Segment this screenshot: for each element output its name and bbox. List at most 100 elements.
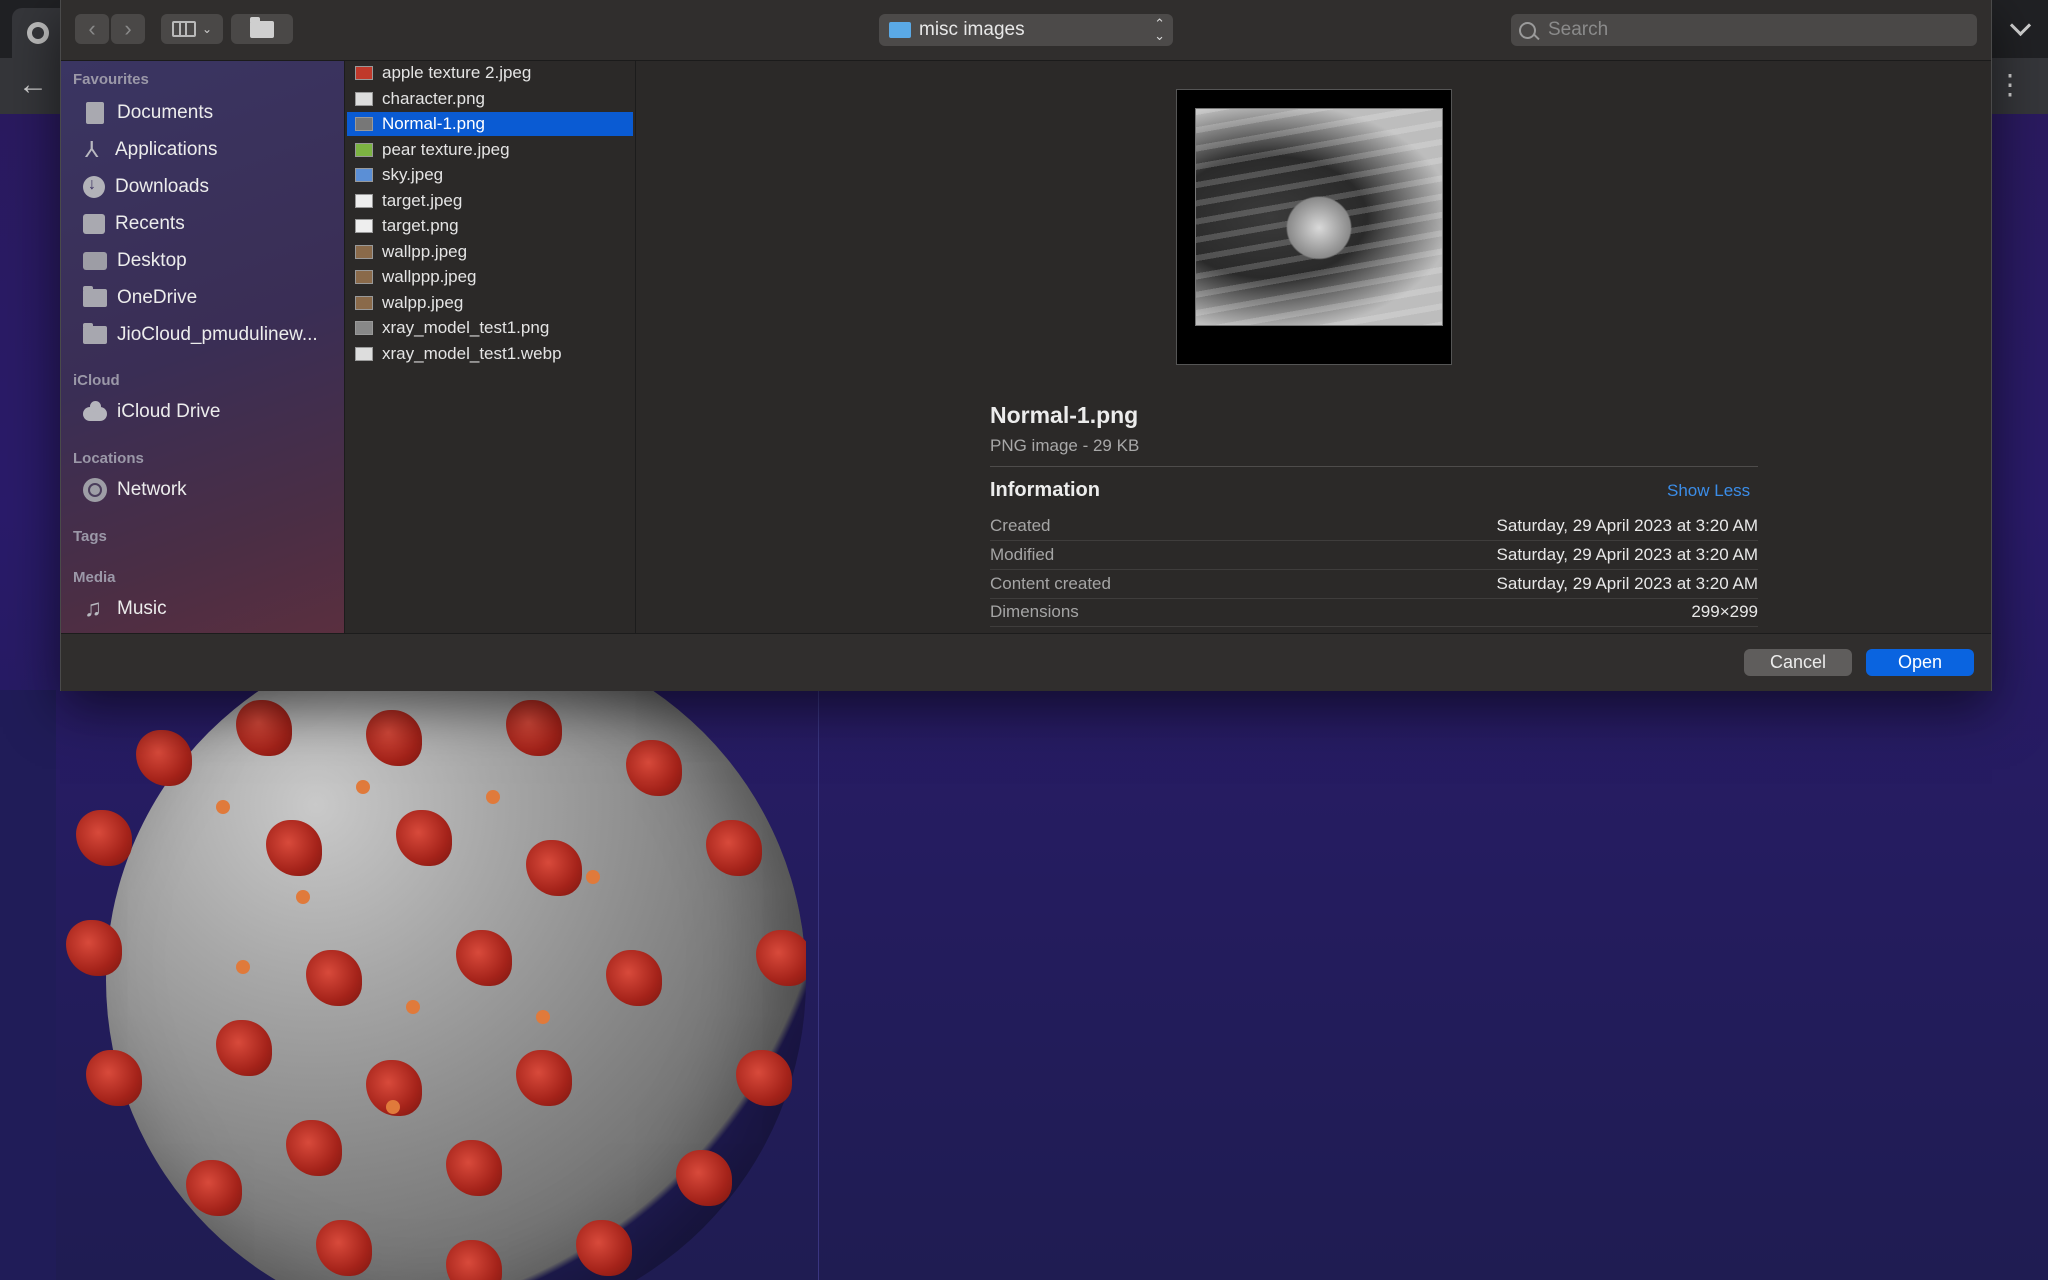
network-icon: [83, 478, 107, 502]
document-file-icon: [355, 346, 373, 361]
folder-icon: [889, 22, 911, 38]
globe-icon: [27, 22, 49, 44]
sidebar-item-label: Music: [117, 598, 167, 619]
sidebar-item-music[interactable]: Music: [83, 592, 338, 626]
xray-image: [1195, 108, 1443, 326]
search-box[interactable]: [1511, 14, 1977, 46]
search-input[interactable]: [1546, 18, 1970, 42]
file-name: sky.jpeg: [382, 165, 444, 184]
image-file-icon: [355, 168, 373, 182]
file-name: xray_model_test1.png: [382, 318, 550, 337]
forward-button[interactable]: ›: [111, 14, 145, 44]
sidebar-item-label: Desktop: [117, 250, 187, 271]
folder-icon: [83, 286, 107, 307]
coronavirus-image: [66, 690, 806, 1280]
sidebar-item-label: JioCloud_pmudulinew...: [117, 324, 318, 345]
list-item[interactable]: target.png: [347, 214, 633, 238]
file-name: wallpp.jpeg: [382, 241, 468, 261]
chevron-right-icon: ›: [124, 16, 132, 41]
section-favourites: Favourites: [73, 71, 149, 88]
desktop-icon: [83, 252, 107, 270]
list-item[interactable]: xray_model_test1.webp: [347, 342, 633, 366]
list-item[interactable]: target.jpeg: [347, 189, 633, 213]
sidebar: Favourites Documents Applications Downlo…: [61, 61, 345, 633]
sidebar-item-desktop[interactable]: Desktop: [83, 244, 338, 278]
location-dropdown[interactable]: misc images ⌃ ⌄: [879, 14, 1173, 46]
page-left-panel: [0, 690, 56, 1280]
sidebar-item-recents[interactable]: Recents: [83, 207, 338, 241]
chevron-down-icon: ⌄: [201, 22, 213, 36]
chevron-down-icon[interactable]: [2009, 14, 2032, 37]
open-button[interactable]: Open: [1866, 649, 1974, 676]
sidebar-item-onedrive[interactable]: OneDrive: [83, 281, 338, 315]
back-button[interactable]: ‹: [75, 14, 109, 44]
new-folder-icon: [250, 16, 274, 38]
back-arrow-icon[interactable]: ←: [18, 70, 48, 100]
new-folder-button[interactable]: [231, 14, 293, 44]
folder-icon: [83, 323, 107, 344]
preview-file-kind: PNG image - 29 KB: [990, 436, 1140, 455]
sidebar-item-label: OneDrive: [117, 287, 198, 308]
file-name: xray_model_test1.webp: [382, 343, 562, 363]
list-item[interactable]: pear texture.jpeg: [347, 138, 633, 162]
list-item[interactable]: apple texture 2.jpeg: [347, 61, 633, 85]
list-item[interactable]: sky.jpeg: [347, 163, 633, 187]
section-locations: Locations: [73, 450, 144, 467]
cancel-button[interactable]: Cancel: [1744, 649, 1852, 676]
sidebar-item-label: Applications: [115, 139, 218, 160]
image-file-icon: [355, 193, 373, 208]
list-item[interactable]: xray_model_test1.png: [347, 316, 633, 340]
music-icon: [83, 595, 107, 623]
info-value: 299×299: [1691, 602, 1758, 621]
sidebar-item-downloads[interactable]: Downloads: [83, 170, 338, 204]
dialog-toolbar: ‹ › ⌄ misc images ⌃ ⌄: [61, 0, 1991, 61]
document-icon: [86, 102, 104, 124]
search-icon: [1519, 21, 1536, 39]
sidebar-item-label: Network: [117, 479, 187, 500]
info-row-created: Created Saturday, 29 April 2023 at 3:20 …: [990, 512, 1758, 541]
file-name: pear texture.jpeg: [382, 139, 510, 159]
list-item[interactable]: walpp.jpeg: [347, 291, 633, 315]
list-item[interactable]: character.png: [347, 87, 633, 111]
file-name: wallppp.jpeg: [382, 267, 477, 286]
file-name: target.jpeg: [382, 190, 463, 210]
file-name: character.png: [382, 88, 486, 108]
sidebar-item-label: Recents: [115, 213, 185, 234]
file-name: walpp.jpeg: [382, 292, 464, 312]
info-key: Dimensions: [990, 602, 1079, 621]
more-options-icon[interactable]: ⋮: [1996, 70, 2024, 100]
list-item[interactable]: wallpp.jpeg: [347, 240, 633, 264]
sidebar-item-network[interactable]: Network: [83, 473, 338, 507]
image-file-icon: [355, 66, 373, 80]
view-mode-button[interactable]: ⌄: [161, 14, 223, 44]
sidebar-item-label: Downloads: [115, 176, 209, 197]
download-icon: [83, 176, 105, 198]
file-name: target.png: [382, 216, 459, 235]
info-key: Created: [990, 516, 1051, 535]
info-row-content-created: Content created Saturday, 29 April 2023 …: [990, 570, 1758, 599]
sidebar-item-icloud-drive[interactable]: iCloud Drive: [83, 395, 338, 429]
location-label: misc images: [919, 19, 1025, 40]
list-item[interactable]: wallppp.jpeg: [347, 265, 633, 289]
recents-icon: [83, 214, 105, 234]
image-file-icon: [355, 117, 373, 131]
file-list: apple texture 2.jpeg character.png Norma…: [345, 61, 636, 633]
file-name: Normal-1.png: [382, 114, 485, 133]
sidebar-item-applications[interactable]: Applications: [83, 133, 338, 167]
info-key: Modified: [990, 545, 1055, 564]
image-file-icon: [355, 142, 373, 157]
sidebar-item-documents[interactable]: Documents: [83, 96, 338, 130]
info-value: Saturday, 29 April 2023 at 3:20 AM: [1496, 574, 1758, 593]
section-icloud: iCloud: [73, 372, 120, 389]
info-value: Saturday, 29 April 2023 at 3:20 AM: [1496, 545, 1758, 564]
dialog-footer: Cancel Open: [61, 633, 1991, 691]
page-divider: [818, 690, 819, 1280]
sidebar-item-label: Documents: [117, 102, 214, 123]
info-row-dimensions: Dimensions 299×299: [990, 598, 1758, 627]
chevron-left-icon: ‹: [88, 16, 96, 41]
show-less-link[interactable]: Show Less: [1667, 481, 1750, 501]
sidebar-item-jiocloud[interactable]: JioCloud_pmudulinew...: [83, 318, 338, 352]
information-heading: Information: [990, 479, 1100, 501]
image-file-icon: [355, 91, 373, 106]
list-item-selected[interactable]: Normal-1.png: [347, 112, 633, 136]
